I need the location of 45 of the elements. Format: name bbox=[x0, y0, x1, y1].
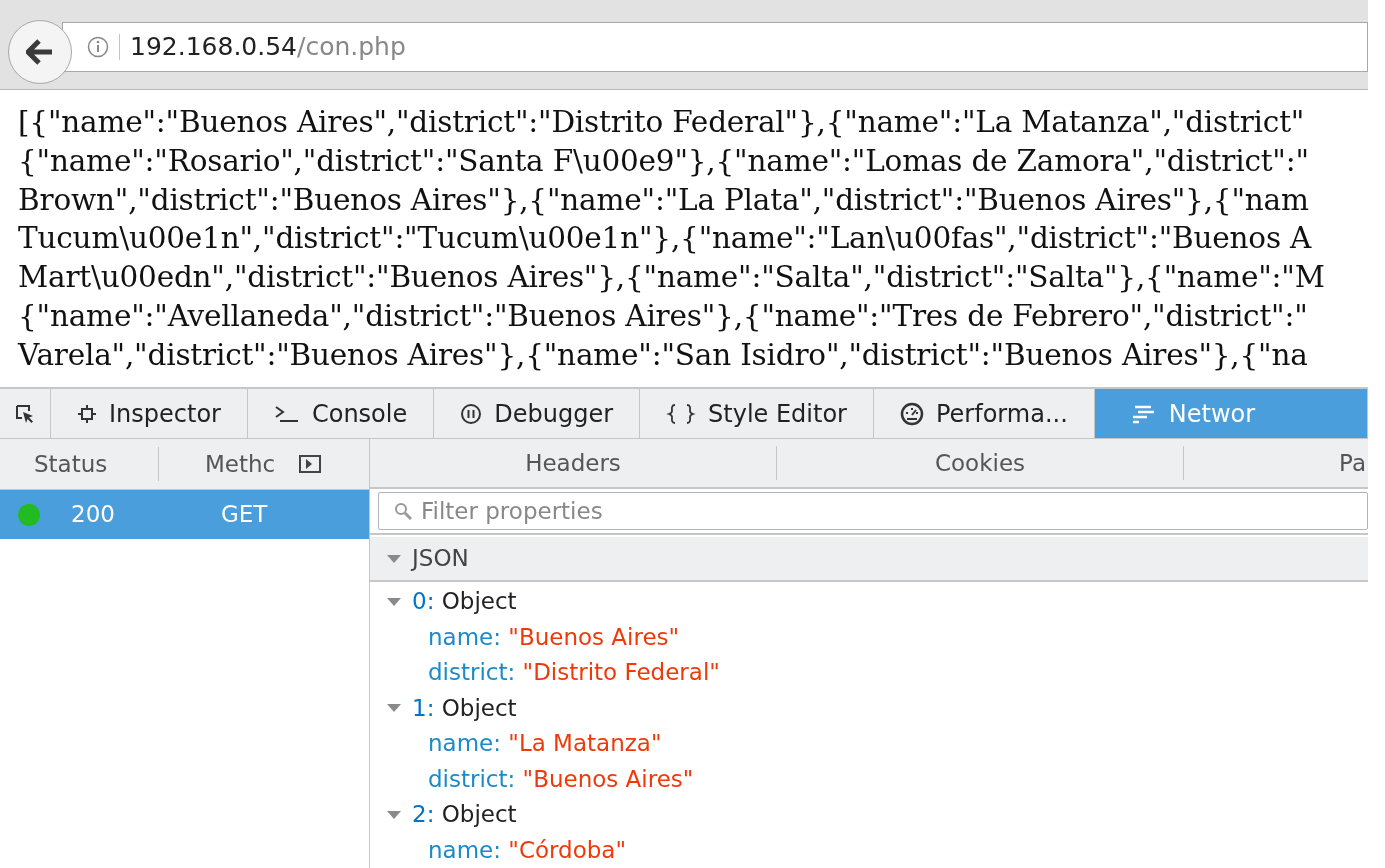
devtools-tab[interactable]: Debugger bbox=[434, 389, 641, 438]
address-field[interactable]: 192.168.0.54/con.php bbox=[62, 22, 1368, 72]
json-text-line: Brown","district":"Buenos Aires"},{"name":"La Plata","district":"Buenos Aires"},{"nam bbox=[18, 181, 1309, 219]
status-code: 200 bbox=[71, 500, 116, 530]
column-header[interactable]: Methc bbox=[159, 446, 299, 482]
json-text-line: Varela","district":"Buenos Aires"},{"name":"San Isidro","district":"Buenos Aires"},{"na bbox=[18, 336, 1308, 374]
inspector-icon bbox=[77, 403, 97, 424]
tree-node-label: 2: Object bbox=[412, 800, 517, 829]
tree-property: name: "Córdoba" bbox=[427, 835, 627, 865]
request-method: GET bbox=[221, 500, 268, 530]
tree-property: district: "Buenos Aires" bbox=[427, 764, 695, 794]
section-label: JSON bbox=[412, 544, 469, 574]
back-arrow-icon bbox=[26, 39, 54, 65]
json-section-header[interactable]: JSON bbox=[370, 537, 1368, 582]
detail-tab[interactable]: Cookies bbox=[777, 445, 1183, 481]
devtools-tab[interactable]: Inspector bbox=[51, 389, 248, 438]
devtools-tab[interactable]: Console bbox=[247, 389, 435, 438]
pause-icon bbox=[460, 402, 483, 425]
gauge-icon bbox=[899, 401, 924, 426]
search-icon bbox=[394, 501, 412, 520]
json-text-line: {"name":"Rosario","district":"Santa F\u00e9"},{"name":"Lomas de Zamora","district":" bbox=[18, 142, 1309, 180]
json-text-line: {"name":"Avellaneda","district":"Buenos Aires"},{"name":"Tres de Febrero","district":" bbox=[18, 298, 1308, 335]
detail-tab[interactable]: Headers bbox=[370, 445, 776, 481]
braces-icon bbox=[666, 402, 697, 425]
detail-tab[interactable]: Pa bbox=[1184, 445, 1368, 481]
filter-field[interactable]: Filter properties bbox=[378, 491, 1368, 530]
tree-node-label: 1: Object bbox=[412, 693, 517, 723]
devtools-tab[interactable]: Performa... bbox=[873, 389, 1095, 438]
info-icon bbox=[87, 36, 109, 58]
console-prompt-icon bbox=[273, 403, 300, 424]
json-text-line: [{"name":"Buenos Aires","district":"Distrito Federal"},{"name":"La Matanza","district" bbox=[18, 104, 1305, 141]
tree-property: name: "La Matanza" bbox=[427, 729, 663, 758]
element-picker-icon bbox=[14, 402, 36, 425]
column-header[interactable]: Status bbox=[0, 446, 158, 482]
column-toggle-icon[interactable] bbox=[299, 455, 321, 473]
json-text-line: Tucum\u00e1n","district":"Tucum\u00e1n"},{"name":"Lan\u00fas","district":"Buenos A bbox=[18, 220, 1312, 258]
devtools-tab[interactable]: Style Editor bbox=[640, 389, 874, 438]
disclosure-caret-icon[interactable] bbox=[386, 552, 402, 565]
url-text: 192.168.0.54/con.php bbox=[130, 31, 406, 64]
json-text-line: Mart\u00edn","district":"Buenos Aires"},{"name":"Salta","district":"Salta"},{"name":"M bbox=[18, 259, 1325, 297]
tree-property: name: "Buenos Aires" bbox=[427, 622, 681, 652]
tree-property: district: "Distrito Federal" bbox=[427, 658, 721, 687]
disclosure-caret-icon[interactable] bbox=[386, 595, 402, 608]
disclosure-caret-icon[interactable] bbox=[386, 808, 402, 821]
tree-node-label: 0: Object bbox=[412, 587, 517, 616]
